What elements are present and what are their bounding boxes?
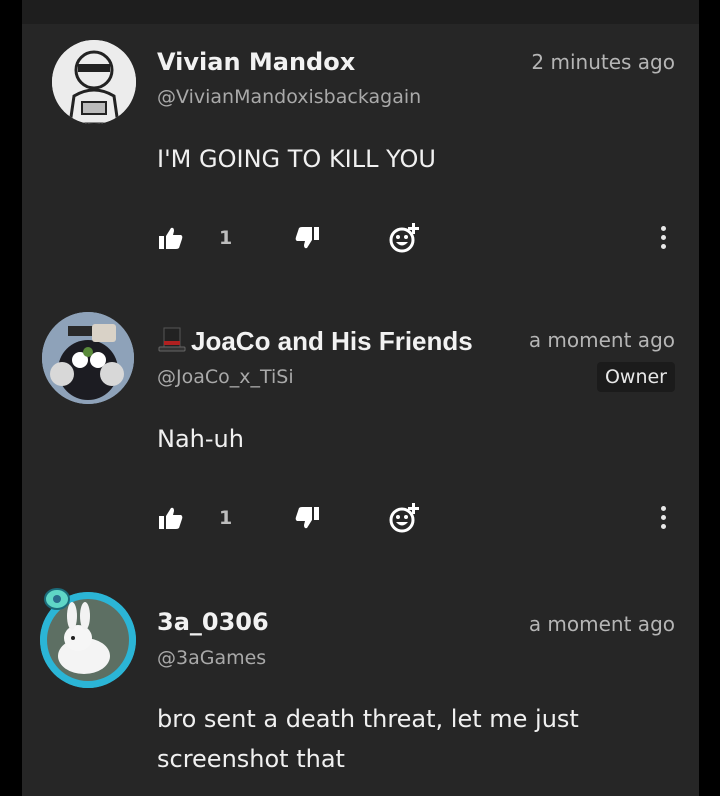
joaco-avatar-image (42, 312, 134, 404)
dislike-button[interactable] (294, 218, 320, 258)
comment-timestamp: a moment ago (528, 328, 675, 352)
vivian-avatar-image (52, 40, 136, 124)
comments-panel: Vivian Mandox @VivianMandoxisbackagain 2… (22, 0, 699, 796)
more-vertical-icon[interactable] (661, 506, 667, 530)
more-vertical-icon[interactable] (661, 226, 667, 250)
comment-author-name[interactable]: JoaCo and His Friends (157, 326, 512, 357)
reward-badge-icon (44, 588, 70, 610)
comment-text: bro sent a death threat, let me just scr… (157, 705, 579, 773)
avatar[interactable] (42, 312, 134, 404)
comment-author-handle[interactable]: @JoaCo_x_TiSi (157, 366, 294, 388)
add-reaction-button[interactable] (388, 498, 420, 538)
comment-timestamp: 2 minutes ago (531, 50, 675, 74)
avatar[interactable] (52, 40, 136, 124)
top-bar (22, 0, 699, 24)
comment-author-name[interactable]: 3a_0306 (157, 608, 269, 636)
comment-text: I'M GOING TO KILL YOU (157, 145, 436, 173)
comment-timestamp: a moment ago (528, 612, 675, 636)
owner-badge: Owner (596, 362, 675, 392)
comment-text: Nah-uh (157, 425, 244, 453)
comment-actions: 1 (22, 218, 699, 258)
dislike-button[interactable] (294, 498, 320, 538)
like-button[interactable] (158, 218, 184, 258)
comment-author-name-text: JoaCo and His Friends (191, 326, 473, 356)
thumbs-up-icon (159, 507, 183, 529)
thumbs-down-icon (295, 507, 319, 529)
like-count: 1 (219, 227, 233, 249)
add-reaction-button[interactable] (388, 218, 420, 258)
thumbs-up-icon (159, 227, 183, 249)
comment-author-handle[interactable]: @VivianMandoxisbackagain (157, 86, 421, 108)
like-count: 1 (219, 507, 233, 529)
thumbs-down-icon (295, 227, 319, 249)
add-reaction-icon (389, 223, 419, 253)
top-hat-icon (157, 327, 187, 352)
comment-author-name[interactable]: Vivian Mandox (157, 48, 355, 76)
like-button[interactable] (158, 498, 184, 538)
comment-author-handle[interactable]: @3aGames (157, 647, 266, 669)
comment-actions: 1 (22, 498, 699, 538)
add-reaction-icon (389, 503, 419, 533)
